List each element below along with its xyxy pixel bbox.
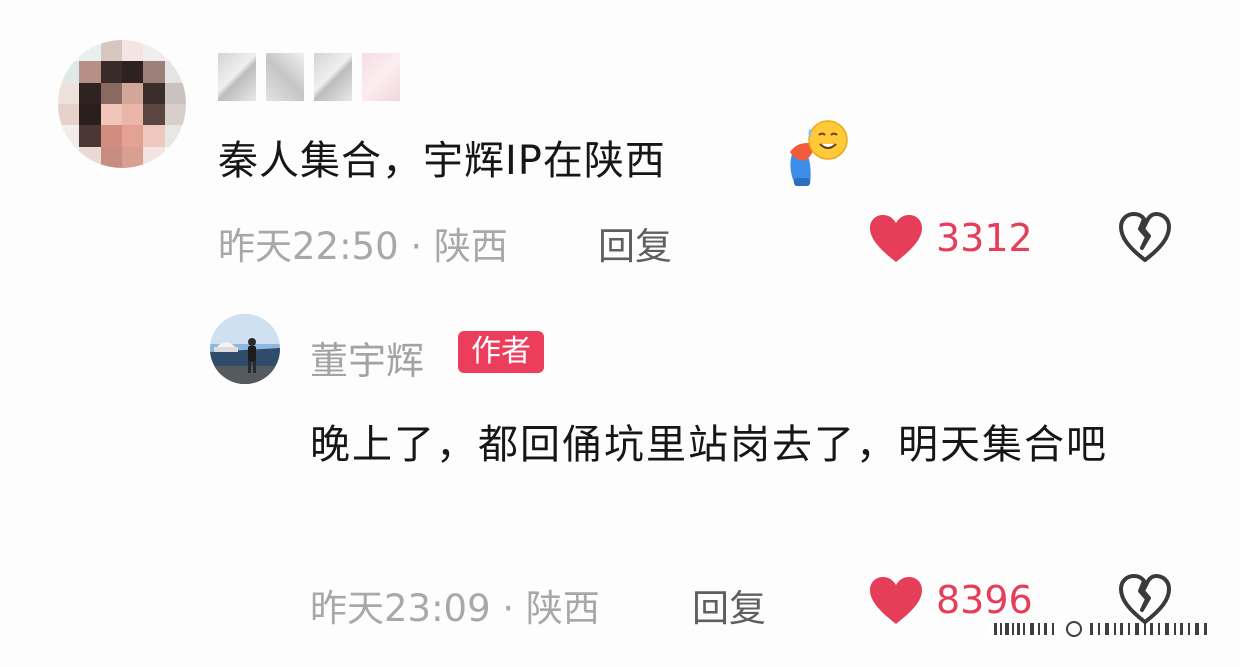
blurred-block — [314, 53, 352, 101]
blurred-block — [266, 53, 304, 101]
commenter-username-blurred[interactable] — [218, 52, 400, 102]
comment-thread: 秦人集合，宇辉IP在陕西 昨天22:50 · 陕西 回复 3312 董宇辉 作者… — [0, 0, 1240, 667]
commenter-avatar[interactable] — [58, 40, 186, 168]
heart-icon[interactable] — [868, 576, 924, 626]
blurred-block — [218, 53, 256, 101]
author-name[interactable]: 董宇辉 — [310, 330, 424, 385]
reply-button[interactable]: 回复 — [598, 216, 672, 270]
comment-meta: 昨天22:50 · 陕西 — [218, 225, 508, 268]
heart-icon[interactable] — [868, 214, 924, 264]
author-badge: 作者 — [458, 331, 544, 373]
bowing-sweat-emoji-icon — [790, 120, 848, 186]
author-avatar[interactable] — [210, 314, 280, 384]
broken-heart-icon[interactable] — [1118, 212, 1172, 264]
reply-button[interactable]: 回复 — [692, 578, 766, 632]
comment-text: 秦人集合，宇辉IP在陕西 — [218, 138, 666, 184]
reply-meta: 昨天23:09 · 陕西 — [310, 587, 600, 630]
reply-text: 晚上了，都回俑坑里站岗去了，明天集合吧 — [310, 422, 1108, 468]
like-count: 3312 — [936, 216, 1033, 260]
watermark-icon — [990, 620, 1207, 638]
blurred-block — [362, 53, 400, 101]
